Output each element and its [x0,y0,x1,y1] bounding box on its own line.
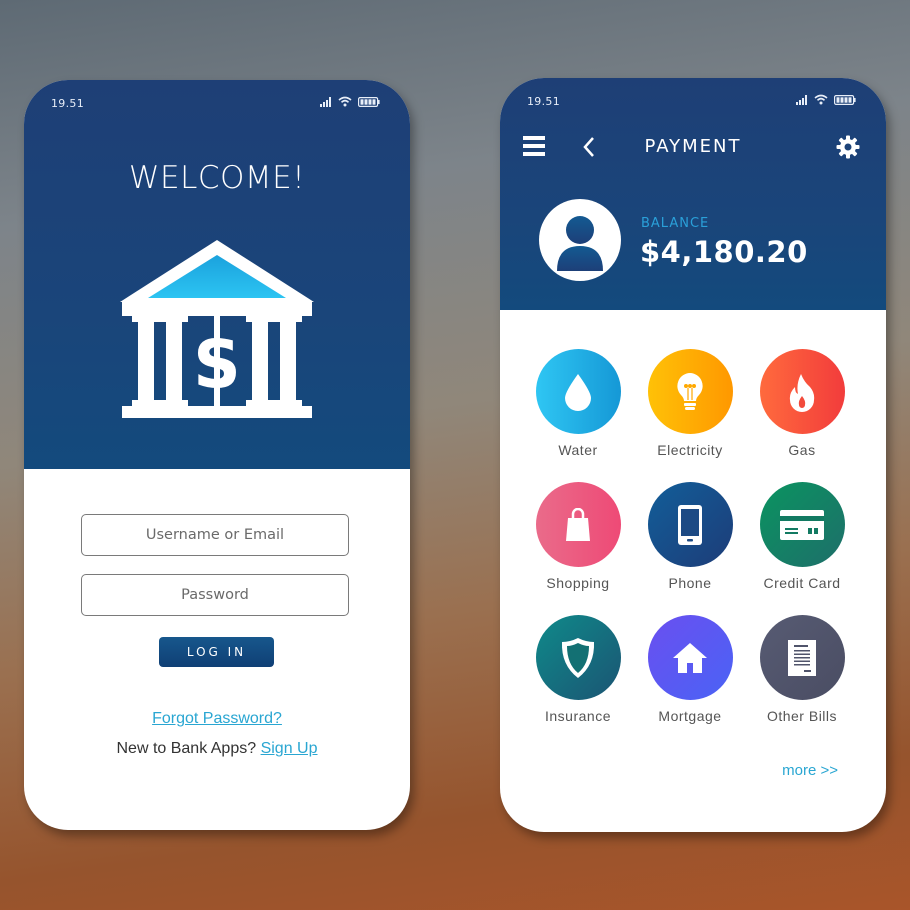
category-label: Water [558,442,598,458]
category-label: Shopping [546,575,610,591]
category-credit-card[interactable]: Credit Card [746,482,858,591]
balance-value: $4,180.20 [640,235,808,269]
category-icon-circle [647,615,733,700]
category-water[interactable]: Water [522,349,634,458]
username-email-field[interactable] [81,514,349,556]
category-label: Other Bills [766,708,838,724]
signal-icon [320,96,331,107]
credit-card-icon [780,509,824,540]
lightbulb-icon [677,372,703,410]
password-field[interactable] [81,574,349,616]
forgot-password-link[interactable]: Forgot Password? [152,710,282,727]
category-electricity[interactable]: Electricity [634,349,746,458]
category-icon-circle [759,349,845,434]
category-icon-circle [647,482,733,567]
document-icon [788,639,816,676]
user-avatar-icon [557,216,603,271]
status-time: 19.51 [527,95,560,108]
category-icon-circle [647,349,733,434]
category-icon-circle [759,615,845,700]
category-other-bills[interactable]: Other Bills [746,615,858,724]
water-drop-icon [565,373,591,411]
shopping-bag-icon [566,507,590,541]
signup-prompt: New to Bank Apps? [116,740,257,757]
signal-icon [796,94,807,105]
status-icons [796,94,856,105]
category-icon-circle [535,482,621,567]
category-icon-circle [535,349,621,434]
category-icon-circle [759,482,845,567]
shield-icon [561,637,595,678]
category-icon-circle [535,615,621,700]
payment-categories-grid: Water Electricity Gas Shopping Phone Cre… [522,349,872,724]
flame-icon [789,373,815,412]
category-shopping[interactable]: Shopping [522,482,634,591]
category-insurance[interactable]: Insurance [522,615,634,724]
signup-row: New to Bank Apps? Sign Up [24,740,410,758]
battery-icon [358,96,380,107]
category-phone[interactable]: Phone [634,482,746,591]
username-email-input[interactable] [82,526,348,544]
battery-icon [834,94,856,105]
payment-nav-bar: PAYMENT [500,132,886,162]
payment-header-panel: 19.51 PAYMENT BALANCE $4,180.20 [500,78,886,310]
wifi-icon [814,94,828,105]
category-label: Mortgage [658,708,722,724]
payment-phone-screen: 19.51 PAYMENT BALANCE $4,180.20 Water El… [500,78,886,832]
signup-link[interactable]: Sign Up [261,740,318,757]
status-time: 19.51 [51,97,84,110]
password-input[interactable] [82,586,348,604]
gear-icon[interactable] [836,135,860,159]
bank-logo-icon: S [120,240,314,418]
category-label: Credit Card [763,575,841,591]
house-icon [673,642,707,673]
login-header-panel: 19.51 WELCOME! S [24,80,410,469]
user-avatar[interactable] [539,199,621,281]
category-gas[interactable]: Gas [746,349,858,458]
balance-label: BALANCE [641,216,710,231]
welcome-title: WELCOME! [128,160,306,196]
category-label: Phone [668,575,712,591]
login-phone-screen: 19.51 WELCOME! S Username or Email LOG I… [24,80,410,830]
category-label: Insurance [545,708,611,724]
category-mortgage[interactable]: Mortgage [634,615,746,724]
wifi-icon [338,96,352,107]
forgot-password-row: Forgot Password? [24,710,410,728]
category-label: Gas [788,442,816,458]
page-title: PAYMENT [644,136,742,157]
status-icons [320,96,380,107]
svg-text:S: S [193,326,241,403]
smartphone-icon [678,504,702,545]
more-link[interactable]: more >> [782,762,838,779]
category-label: Electricity [657,442,723,458]
login-button[interactable]: LOG IN [159,637,274,667]
